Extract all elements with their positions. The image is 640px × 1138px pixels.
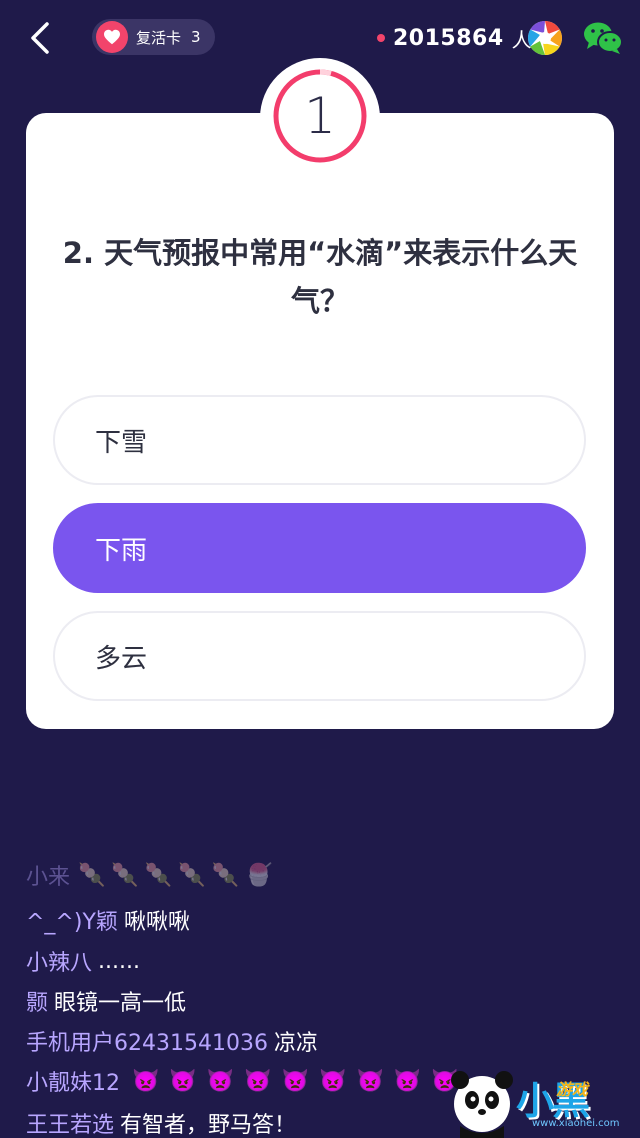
revive-card-label: 复活卡 <box>136 28 182 47</box>
watermark-subtitle: 游戏 <box>556 1080 589 1099</box>
question-text: 2. 天气预报中常用“水滴”来表示什么天气？ <box>62 236 578 318</box>
option-b-label: 下雨 <box>95 535 148 566</box>
chat-username: 小辣八 <box>26 951 93 976</box>
angry-devil-icon: 👿 <box>393 1068 422 1094</box>
live-dot-icon <box>377 34 385 42</box>
chat-text: 眼镜一高一低 <box>54 991 187 1016</box>
chat-text: 啾啾啾 <box>123 910 190 935</box>
dango-icon: 🍡 <box>178 862 206 888</box>
angry-devil-icon: 👿 <box>169 1068 197 1094</box>
dango-icon: 🍡 <box>144 862 173 888</box>
countdown-number: 1 <box>304 87 336 145</box>
back-button[interactable] <box>22 18 58 58</box>
wechat-share-icon[interactable] <box>583 20 623 56</box>
chat-message: 小辣八 ...... <box>26 941 140 981</box>
online-counter: 2015864 人 <box>377 22 532 54</box>
chat-emojis: 👿 👿 👿 👿 👿 👿 👿 👿 👿 <box>128 1069 459 1094</box>
angry-devil-icon: 👿 <box>244 1068 272 1094</box>
chat-username: 手机用户62431541036 <box>26 1031 268 1056</box>
chat-username: 王王若选 <box>26 1113 115 1138</box>
angry-devil-icon: 👿 <box>132 1068 160 1094</box>
dango-icon: 🍡 <box>211 862 240 888</box>
angry-devil-icon: 👿 <box>206 1068 235 1094</box>
site-watermark: 小黑 游戏 www.xiaohei.com <box>446 1066 640 1138</box>
dango-icon: 🍡 <box>78 862 106 888</box>
dango-icon: 🍡 <box>111 862 139 888</box>
chat-username: 颢 <box>26 991 49 1016</box>
chat-text: 有智者，野马答！ <box>120 1113 297 1138</box>
option-c-label: 多云 <box>95 643 148 674</box>
chat-message: 颢 眼镜一高一低 <box>26 981 186 1021</box>
chat-text: ...... <box>98 948 140 974</box>
chat-message: ^_^)Y颖 啾啾啾 <box>26 900 190 940</box>
chat-message: 王王若选 有智者，野马答！ <box>26 1103 296 1138</box>
chat-message: 手机用户62431541036 凉凉 <box>26 1021 318 1061</box>
option-a[interactable]: 下雪 <box>53 395 586 485</box>
panda-logo-icon <box>451 1071 513 1138</box>
heart-icon <box>96 21 128 53</box>
question-card: 2. 天气预报中常用“水滴”来表示什么天气？ 下雪 下雨 多云 <box>26 113 614 729</box>
chat-text: 凉凉 <box>273 1031 318 1056</box>
chat-message: 小靓妹12 👿 👿 👿 👿 👿 👿 👿 👿 👿 <box>26 1061 459 1101</box>
option-a-label: 下雪 <box>95 427 148 458</box>
angry-devil-icon: 👿 <box>356 1068 384 1094</box>
option-c[interactable]: 多云 <box>53 611 586 701</box>
chat-message: 小来 🍡 🍡 🍡 🍡 🍡 🍧 <box>26 855 272 895</box>
chat-emojis: 🍡 🍡 🍡 🍡 🍡 🍧 <box>78 863 272 888</box>
revive-card-badge[interactable]: 复活卡 3 <box>92 19 215 55</box>
aperture-share-icon[interactable] <box>527 20 563 56</box>
shaved-ice-icon: 🍧 <box>245 862 273 888</box>
revive-card-count: 3 <box>191 28 201 46</box>
chevron-left-icon <box>31 22 49 54</box>
angry-devil-icon: 👿 <box>281 1068 310 1094</box>
chat-username: ^_^)Y颖 <box>26 910 118 935</box>
angry-devil-icon: 👿 <box>319 1068 347 1094</box>
watermark-url: www.xiaohei.com <box>532 1118 620 1129</box>
online-count: 2015864 <box>393 25 504 51</box>
chat-username: 小来 <box>26 865 71 890</box>
countdown-timer: 1 <box>271 67 369 165</box>
chat-username: 小靓妹12 <box>26 1071 120 1096</box>
option-b[interactable]: 下雨 <box>53 503 586 593</box>
